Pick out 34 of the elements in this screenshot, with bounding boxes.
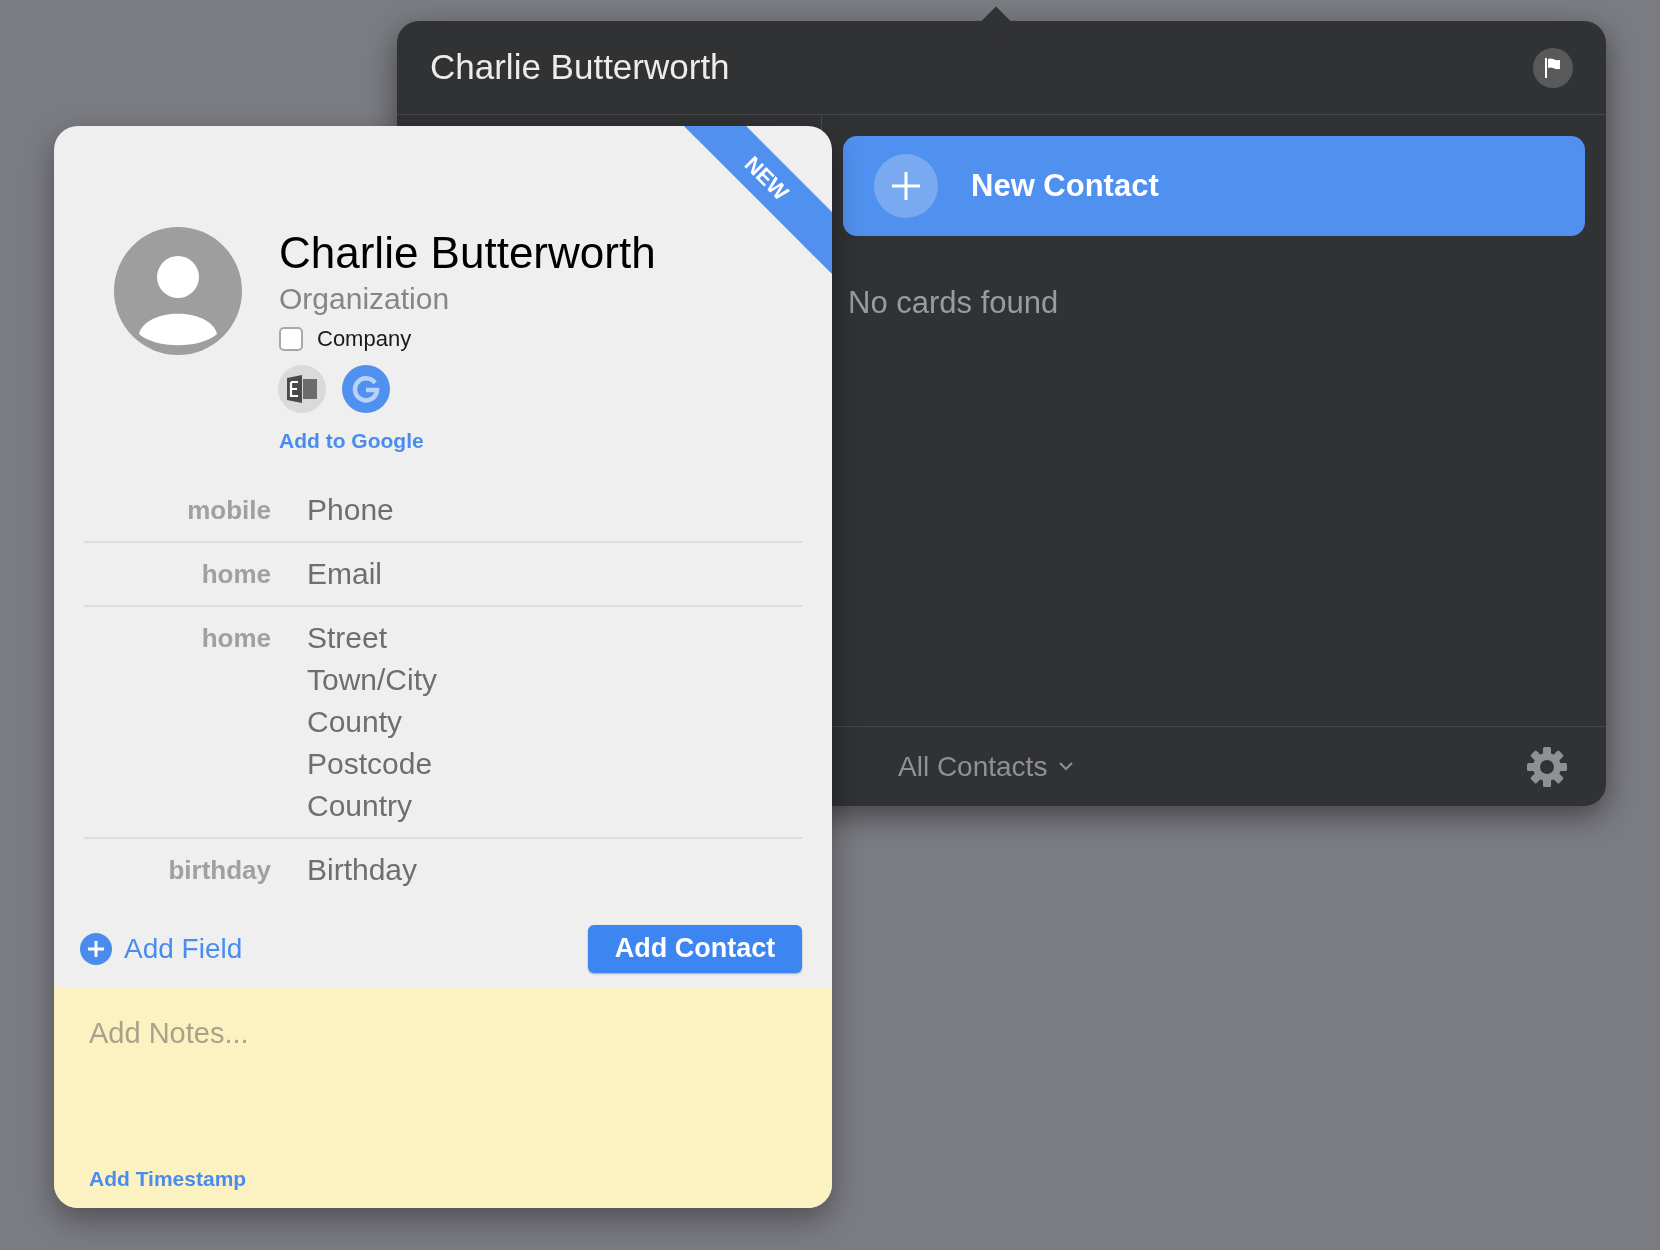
- google-account-icon[interactable]: [342, 365, 390, 413]
- organization-field[interactable]: Organization: [279, 280, 679, 318]
- field-input[interactable]: Town/City: [307, 658, 707, 701]
- field-input[interactable]: Postcode: [307, 742, 707, 785]
- field-label: home: [200, 557, 271, 591]
- company-checkbox[interactable]: [279, 326, 303, 351]
- flag-button[interactable]: [1533, 47, 1573, 88]
- new-contact-button[interactable]: New Contact: [843, 136, 1585, 236]
- group-menu[interactable]: All Contacts: [898, 745, 1074, 788]
- plus-circle-icon: [80, 932, 112, 965]
- field-label: birthday: [167, 853, 271, 887]
- field-input[interactable]: Country: [307, 784, 707, 827]
- company-label: Company: [317, 325, 412, 353]
- contact-name: Charlie Butterworth: [279, 227, 657, 279]
- settings-button[interactable]: [1526, 745, 1568, 788]
- add-field-button[interactable]: Add Field: [80, 927, 243, 970]
- flag-icon: [1543, 56, 1563, 79]
- field-input[interactable]: County: [307, 700, 707, 743]
- field-input[interactable]: Phone: [307, 488, 707, 531]
- settings-icon: [1527, 746, 1567, 787]
- field-input[interactable]: Birthday: [307, 848, 707, 891]
- notes-field[interactable]: Add Notes... Add Timestamp: [54, 988, 832, 1208]
- field-label: home: [200, 621, 271, 655]
- field-label: mobile: [186, 493, 271, 527]
- field-input[interactable]: Email: [307, 552, 707, 595]
- avatar-icon: [114, 227, 242, 355]
- chevron-down-icon: [1059, 762, 1074, 771]
- field-input[interactable]: Street: [307, 616, 707, 659]
- empty-message: No cards found: [848, 284, 1060, 322]
- plus-icon: [874, 154, 938, 218]
- add-contact-button[interactable]: Add Contact: [588, 924, 802, 973]
- add-timestamp-link[interactable]: Add Timestamp: [89, 1162, 247, 1194]
- window-title: Charlie Butterworth: [430, 46, 730, 89]
- add-to-google-link[interactable]: Add to Google: [279, 425, 679, 457]
